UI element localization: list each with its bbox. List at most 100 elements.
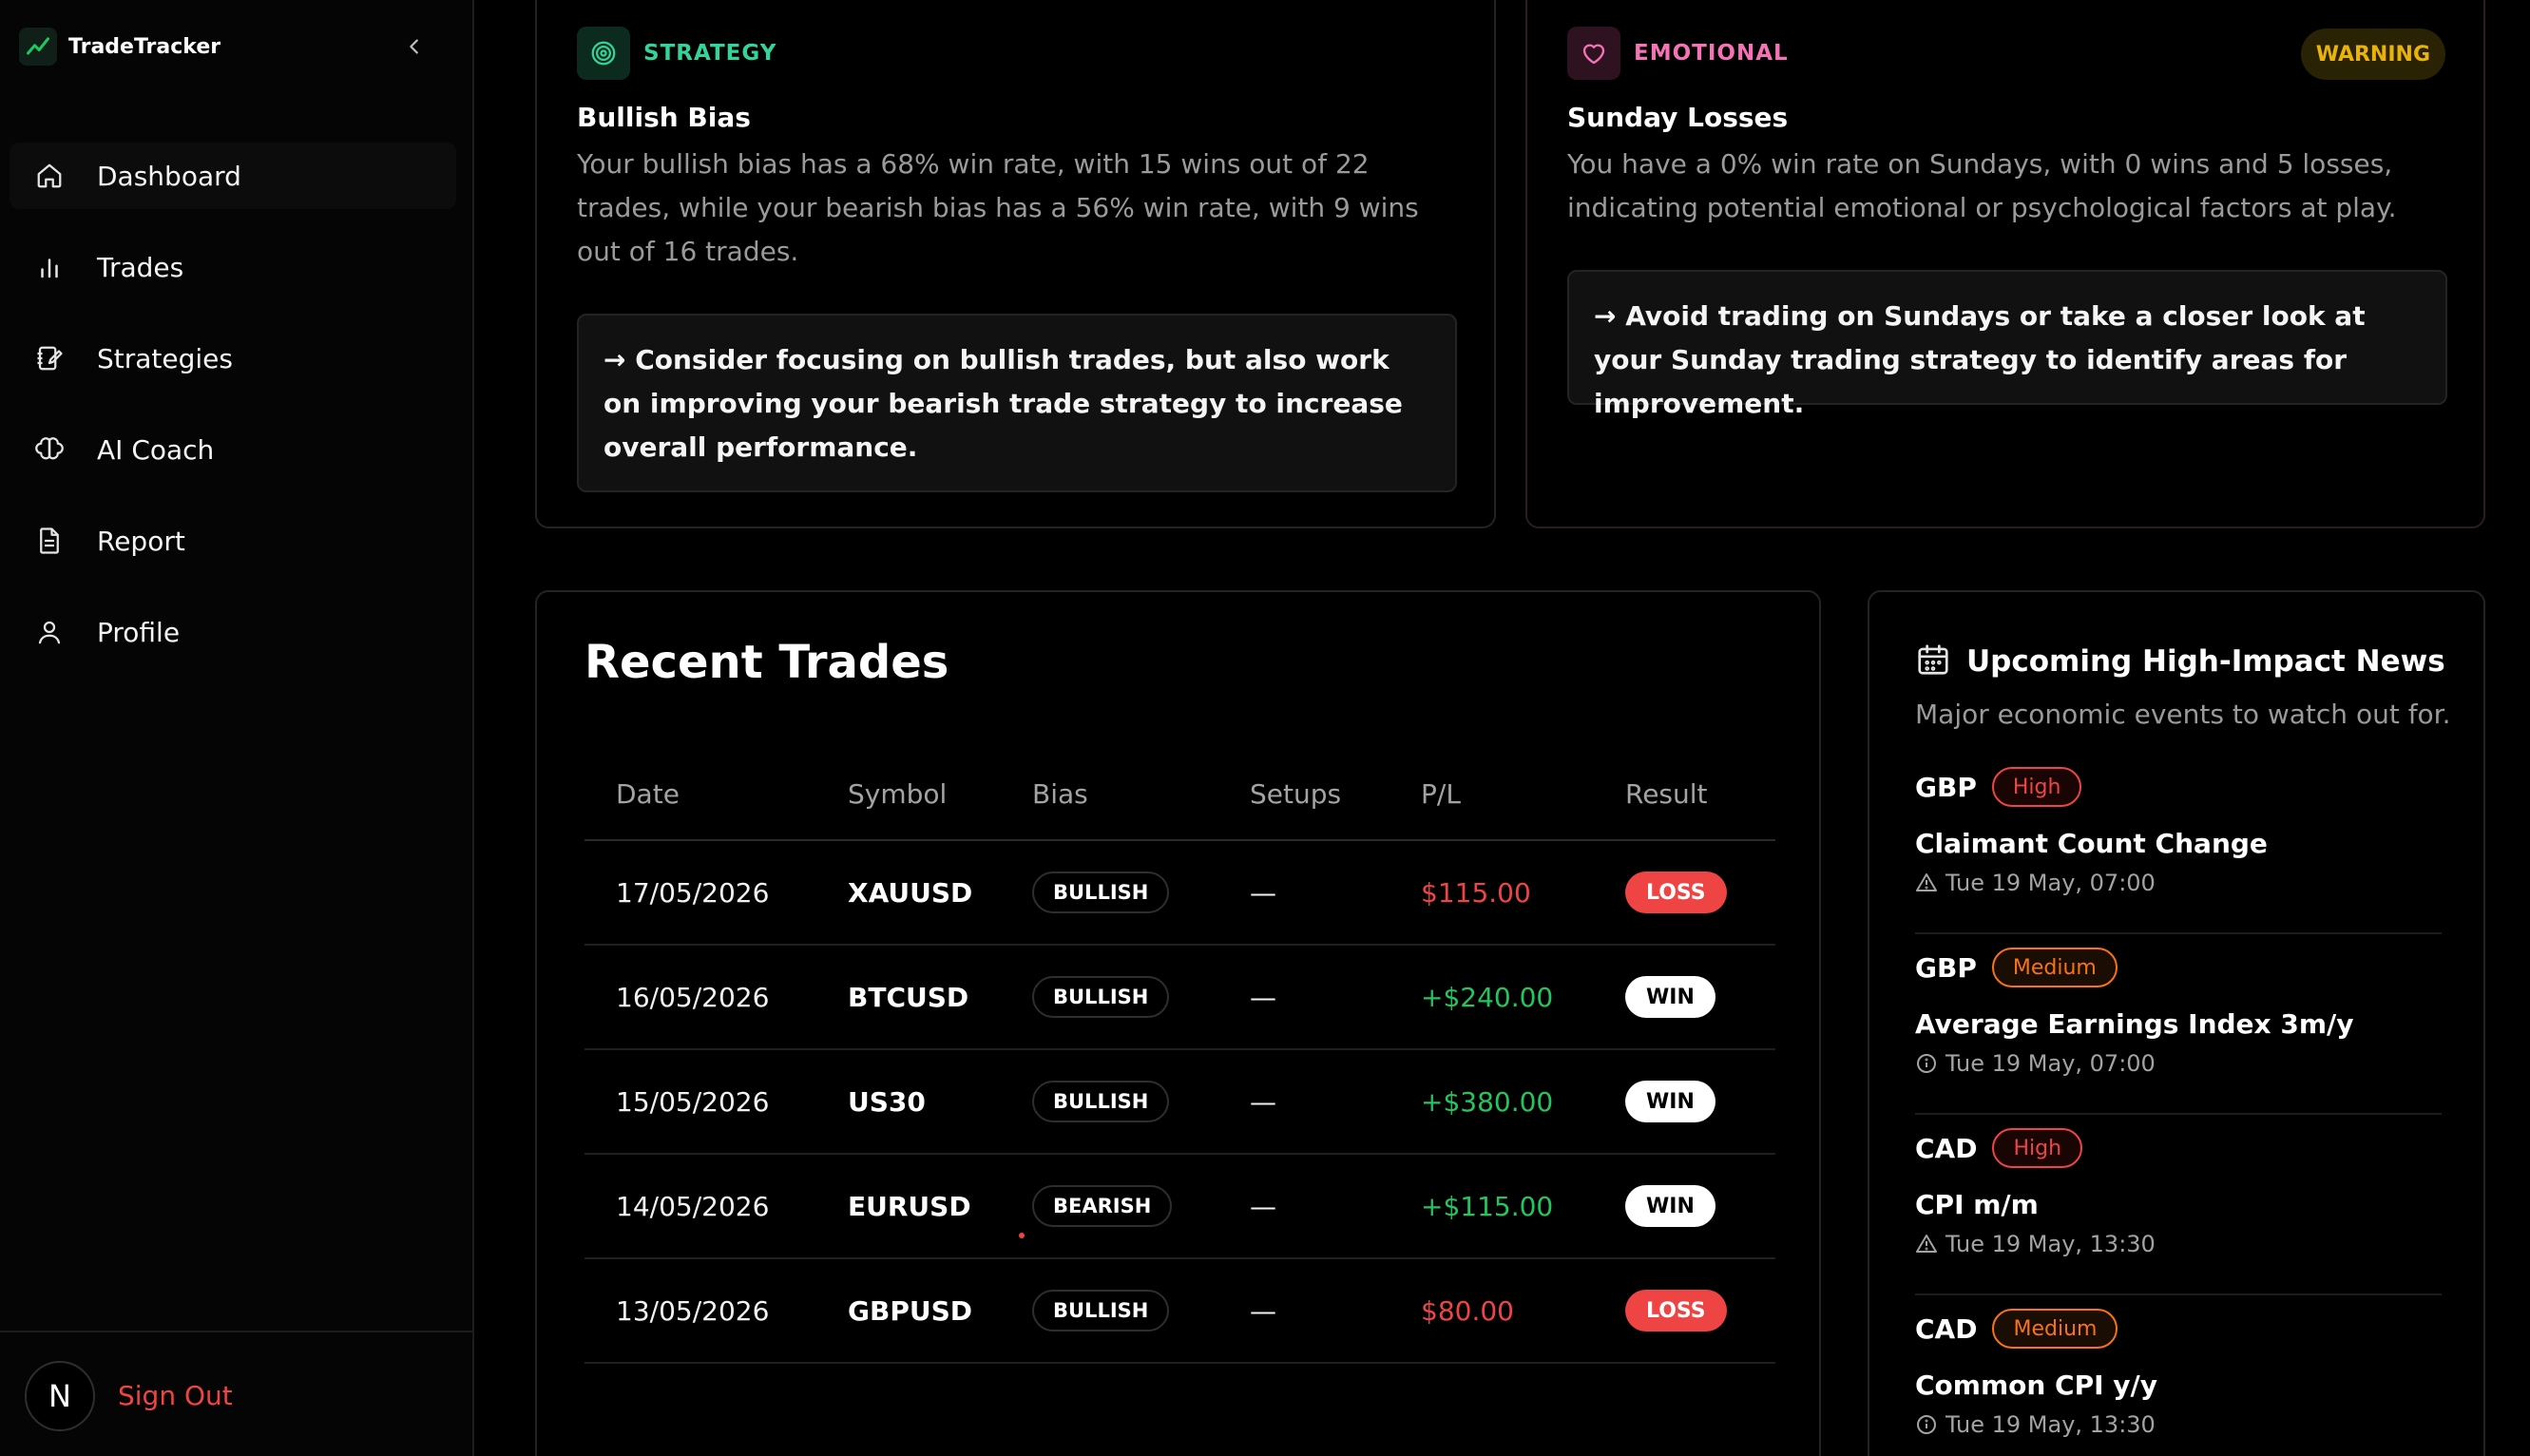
news-card: Upcoming High-Impact News Major economic… — [1868, 590, 2485, 1456]
news-item[interactable]: CAD High CPI m/m Tue 19 May, 13:30 — [1915, 1115, 2442, 1295]
sidebar-item-label: Trades — [97, 251, 184, 283]
news-event: CPI m/m — [1915, 1189, 2039, 1220]
chevron-left-icon — [410, 39, 418, 54]
sidebar-item-strategies[interactable]: Strategies — [10, 325, 456, 392]
sidebar-item-dashboard[interactable]: Dashboard — [10, 143, 456, 209]
bias-badge: BEARISH — [1032, 1185, 1173, 1227]
news-time: Tue 19 May, 13:30 — [1945, 1411, 2156, 1438]
column-header-date[interactable]: Date — [616, 778, 680, 810]
column-header-pl[interactable]: P/L — [1421, 778, 1461, 810]
result-badge: WIN — [1625, 976, 1715, 1018]
bias-badge: BULLISH — [1032, 1081, 1170, 1122]
trade-setups: — — [1250, 982, 1276, 1013]
sidebar-item-label: AI Coach — [97, 433, 215, 466]
news-title: Upcoming High-Impact News — [1966, 644, 2445, 679]
insight-category: EMOTIONAL — [1634, 41, 1789, 66]
result-badge: LOSS — [1625, 1290, 1727, 1331]
insight-card-strategy: STRATEGY Bullish Bias Your bullish bias … — [535, 0, 1496, 528]
result-badge: WIN — [1625, 1081, 1715, 1122]
sidebar-item-label: Strategies — [97, 342, 233, 374]
news-time-row: Tue 19 May, 13:30 — [1915, 1231, 2156, 1257]
info-circle-icon — [1917, 1415, 1936, 1434]
news-event: Common CPI y/y — [1915, 1370, 2158, 1401]
news-time-row: Tue 19 May, 13:30 — [1915, 1411, 2156, 1438]
bias-badge: BULLISH — [1032, 976, 1170, 1018]
trade-date: 15/05/2026 — [616, 1086, 770, 1118]
trade-date: 16/05/2026 — [616, 982, 770, 1013]
table-row[interactable]: 14/05/2026 EURUSD BEARISH — +$115.00 WIN — [585, 1155, 1775, 1259]
notebook-pen-icon — [32, 341, 67, 375]
impact-badge: Medium — [1991, 948, 2118, 987]
insight-tag: EMOTIONAL — [1567, 27, 1789, 80]
avatar[interactable]: N — [25, 1361, 95, 1431]
cursor-dot — [1019, 1233, 1025, 1238]
trade-symbol: US30 — [848, 1086, 926, 1118]
news-currency: GBP — [1915, 771, 1977, 803]
sidebar: TradeTracker Dashboard Trades Strategies… — [0, 0, 474, 1456]
trade-pl: +$240.00 — [1421, 982, 1554, 1013]
table-row[interactable]: 17/05/2026 XAUUSD BULLISH — $115.00 LOSS — [585, 841, 1775, 946]
news-item[interactable]: GBP High Claimant Count Change Tue 19 Ma… — [1915, 754, 2442, 934]
home-icon — [32, 159, 67, 193]
news-time-row: Tue 19 May, 07:00 — [1915, 1050, 2156, 1077]
news-time: Tue 19 May, 07:00 — [1945, 1050, 2156, 1077]
bias-badge: BULLISH — [1032, 1290, 1170, 1331]
trade-symbol: XAUUSD — [848, 877, 973, 909]
brand[interactable]: TradeTracker — [19, 25, 220, 68]
insight-text: Your bullish bias has a 68% win rate, wi… — [577, 148, 1419, 267]
insight-title: Sunday Losses — [1567, 102, 1789, 133]
news-time-row: Tue 19 May, 07:00 — [1915, 870, 2156, 896]
trade-pl: $80.00 — [1421, 1295, 1514, 1327]
sign-out-button[interactable]: Sign Out — [118, 1380, 233, 1411]
news-currency: CAD — [1915, 1132, 1978, 1164]
trades-table: Date Symbol Bias Setups P/L Result 17/05… — [585, 744, 1775, 1364]
sidebar-item-trades[interactable]: Trades — [10, 234, 456, 300]
column-header-symbol[interactable]: Symbol — [848, 778, 947, 810]
trade-date: 17/05/2026 — [616, 877, 770, 909]
news-item[interactable]: CAD Medium Common CPI y/y Tue 19 May, 13… — [1915, 1295, 2442, 1456]
table-row[interactable]: 16/05/2026 BTCUSD BULLISH — +$240.00 WIN — [585, 946, 1775, 1050]
warning-badge: WARNING — [2300, 29, 2445, 80]
alert-triangle-icon — [1916, 873, 1937, 891]
brain-icon — [32, 432, 67, 467]
sidebar-item-profile[interactable]: Profile — [10, 599, 456, 665]
news-header: Upcoming High-Impact News — [1915, 642, 2445, 681]
trade-symbol: EURUSD — [848, 1191, 971, 1222]
column-header-setups[interactable]: Setups — [1250, 778, 1341, 810]
trade-date: 13/05/2026 — [616, 1295, 770, 1327]
sidebar-item-ai-coach[interactable]: AI Coach — [10, 416, 456, 483]
impact-badge: High — [1991, 767, 2082, 807]
impact-badge: Medium — [1992, 1309, 2118, 1349]
news-list: GBP High Claimant Count Change Tue 19 Ma… — [1915, 754, 2442, 1456]
trade-setups: — — [1250, 877, 1276, 909]
trade-pl: $115.00 — [1421, 877, 1531, 909]
column-header-result[interactable]: Result — [1625, 778, 1708, 810]
heart-icon — [1567, 27, 1620, 80]
table-row[interactable]: 15/05/2026 US30 BULLISH — +$380.00 WIN — [585, 1050, 1775, 1155]
insight-tag: STRATEGY — [577, 27, 776, 80]
alert-triangle-icon — [1916, 1235, 1937, 1253]
sidebar-item-label: Profile — [97, 616, 181, 648]
news-time: Tue 19 May, 07:00 — [1945, 870, 2156, 896]
news-item[interactable]: GBP Medium Average Earnings Index 3m/y T… — [1915, 934, 2442, 1115]
collapse-sidebar-button[interactable] — [399, 31, 430, 62]
trade-setups: — — [1250, 1086, 1276, 1118]
table-row[interactable]: 13/05/2026 GBPUSD BULLISH — $80.00 LOSS — [585, 1259, 1775, 1364]
sidebar-item-report[interactable]: Report — [10, 508, 456, 574]
bias-badge: BULLISH — [1032, 872, 1170, 913]
column-header-bias[interactable]: Bias — [1032, 778, 1088, 810]
trade-setups: — — [1250, 1295, 1276, 1327]
file-text-icon — [32, 524, 67, 558]
sidebar-item-label: Report — [97, 525, 185, 557]
calendar-icon — [1915, 642, 1951, 681]
trade-symbol: BTCUSD — [848, 982, 969, 1013]
target-icon — [577, 27, 630, 80]
sidebar-item-label: Dashboard — [97, 160, 241, 192]
trade-setups: — — [1250, 1191, 1276, 1222]
app-name: TradeTracker — [68, 34, 221, 59]
trade-pl: +$380.00 — [1421, 1086, 1554, 1118]
trend-up-icon — [19, 28, 57, 66]
trade-symbol: GBPUSD — [848, 1295, 972, 1327]
info-circle-icon — [1917, 1054, 1936, 1073]
result-badge: WIN — [1625, 1185, 1715, 1227]
